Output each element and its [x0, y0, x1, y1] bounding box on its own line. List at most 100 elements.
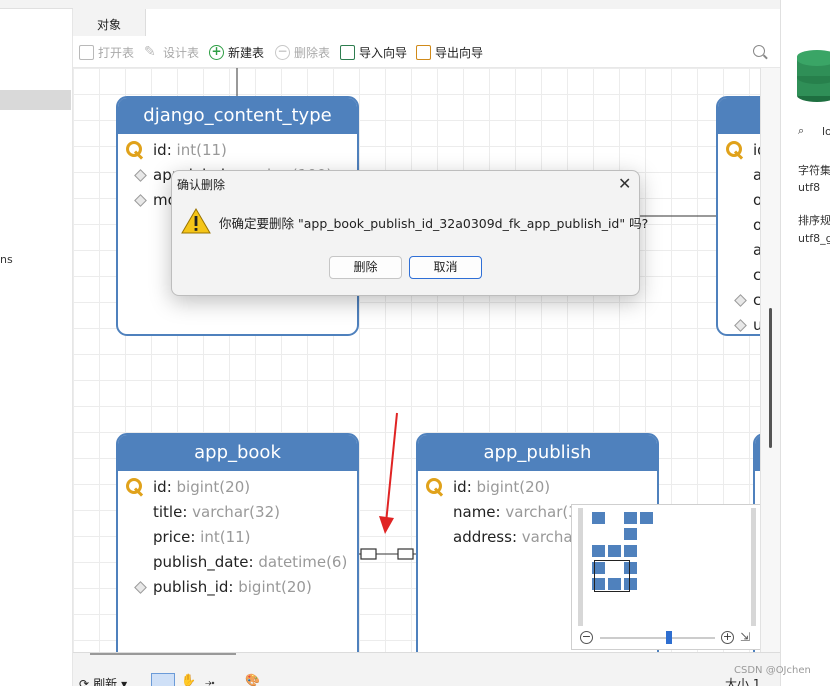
primary-key-icon — [126, 478, 146, 496]
diagram-minimap[interactable]: − + ⇲ — [571, 504, 761, 650]
export-icon — [416, 45, 431, 60]
import-wizard-label: 导入向导 — [359, 46, 408, 60]
column-row[interactable]: publish_id: bigint(20) — [118, 575, 357, 600]
column-row[interactable]: c — [718, 263, 760, 288]
minimap-table — [592, 512, 605, 524]
tab-bar-empty — [145, 9, 780, 36]
column-row[interactable]: id: int(11) — [118, 138, 357, 163]
column-row[interactable]: id: bigint(20) — [118, 475, 357, 500]
fk-line-end-left[interactable] — [360, 548, 377, 560]
navigation-pane: ns — [0, 0, 73, 686]
connector-tool-icon[interactable]: ⤞ — [205, 675, 215, 686]
canvas-bottom-bar: ⟳ 刷新 ▾ ✋ ⤞ 🎨 大小 1 — [73, 652, 780, 686]
minimap-table — [592, 545, 605, 557]
minus-circle-icon: − — [275, 45, 290, 60]
column-row[interactable]: price: int(11) — [118, 525, 357, 550]
red-arrow-shaft — [385, 412, 398, 524]
import-wizard-button[interactable]: 导入向导 — [340, 44, 407, 61]
import-icon — [340, 45, 355, 60]
chevron-down-icon: ▾ — [121, 676, 128, 686]
delete-button[interactable]: 删除 — [329, 256, 402, 279]
tab-bar: 对象 — [73, 0, 780, 36]
table-title: django_content_type — [118, 98, 357, 134]
zoom-controls: − + ⇲ — [578, 629, 756, 647]
primary-key-icon — [426, 478, 446, 496]
new-table-button[interactable]: + 新建表 — [209, 44, 264, 61]
table-title: app_publish — [418, 435, 657, 471]
table-title: app_book — [118, 435, 357, 471]
red-arrow-head — [379, 516, 394, 534]
export-wizard-button[interactable]: 导出向导 — [416, 44, 483, 61]
size-label[interactable]: 大小 1 — [725, 675, 760, 686]
nav-selected-item[interactable] — [0, 90, 71, 110]
plus-circle-icon: + — [209, 45, 224, 60]
search-icon[interactable] — [753, 45, 765, 57]
color-tool-icon[interactable]: 🎨 — [245, 673, 260, 686]
index-diamond-icon — [734, 319, 747, 332]
collation-label: 排序规 — [798, 214, 830, 227]
dialog-title: 确认删除 — [177, 178, 226, 192]
close-icon[interactable]: ✕ — [618, 174, 631, 193]
refresh-icon: ⟳ — [79, 676, 90, 686]
column-row[interactable]: c — [718, 288, 760, 313]
delete-table-label: 删除表 — [294, 46, 331, 60]
database-icon — [797, 48, 830, 102]
collation-value: utf8_g — [798, 232, 830, 245]
column-row[interactable]: publish_date: datetime(6) — [118, 550, 357, 575]
nav-item-label[interactable]: ns — [0, 253, 13, 266]
fk-line-end-right[interactable] — [397, 548, 414, 560]
object-info-pane: ⌕ lo 字符集 utf8 排序规 utf8_g — [780, 0, 830, 686]
pencil-icon: ✎ — [144, 44, 156, 60]
export-wizard-label: 导出向导 — [435, 46, 484, 60]
minimap-viewport[interactable] — [594, 560, 630, 592]
column-row[interactable]: a — [718, 238, 760, 263]
zoom-out-icon[interactable]: − — [580, 631, 593, 644]
pointer-tool-icon[interactable] — [151, 673, 175, 686]
dialog-message: 你确定要删除 "app_book_publish_id_32a0309d_fk_… — [219, 216, 649, 231]
index-diamond-icon — [134, 169, 147, 182]
fit-to-window-icon[interactable]: ⇲ — [740, 630, 750, 644]
minimap-table — [624, 545, 637, 557]
refresh-button[interactable]: ⟳ 刷新 ▾ — [79, 675, 127, 686]
minimap-area[interactable] — [578, 508, 756, 626]
folder-open-icon — [79, 45, 94, 60]
table-partial-right[interactable]: id a o o a c c u — [716, 96, 760, 336]
watermark: CSDN @OJchen — [734, 665, 811, 676]
column-row[interactable]: u — [718, 313, 760, 334]
refresh-label: 刷新 — [93, 677, 118, 686]
zoom-in-icon[interactable]: + — [721, 631, 734, 644]
tab-objects[interactable]: 对象 — [73, 9, 145, 36]
confirm-delete-dialog: 确认删除 ✕ 你确定要删除 "app_book_publish_id_32a03… — [171, 170, 648, 296]
open-table-button[interactable]: 打开表 — [79, 44, 134, 61]
left-pane-header — [0, 0, 73, 9]
scrollbar-thumb[interactable] — [769, 308, 772, 448]
column-row[interactable]: id: bigint(20) — [418, 475, 657, 500]
primary-key-icon — [726, 141, 746, 159]
horizontal-scrollbar-thumb[interactable] — [90, 653, 236, 655]
minimap-table — [624, 512, 637, 524]
index-diamond-icon — [134, 581, 147, 594]
column-row[interactable]: o — [718, 188, 760, 213]
info-line: lo — [822, 125, 830, 138]
vertical-scrollbar[interactable] — [760, 68, 780, 652]
delete-table-button[interactable]: − 删除表 — [275, 44, 330, 61]
table-title — [718, 98, 760, 134]
minimap-table — [640, 512, 653, 524]
minimap-table — [624, 528, 637, 540]
design-table-label: 设计表 — [163, 46, 200, 60]
zoom-slider-handle[interactable] — [666, 631, 672, 644]
design-table-button[interactable]: ✎ 设计表 — [144, 44, 199, 61]
column-row[interactable]: a — [718, 163, 760, 188]
lock-icon: ⌕ — [798, 124, 805, 137]
charset-value: utf8 — [798, 181, 821, 194]
hand-tool-icon[interactable]: ✋ — [181, 673, 196, 686]
column-row[interactable]: title: varchar(32) — [118, 500, 357, 525]
zoom-slider-track[interactable] — [600, 637, 715, 639]
table-app-book[interactable]: app_book id: bigint(20) title: varchar(3… — [116, 433, 359, 652]
open-table-label: 打开表 — [98, 46, 135, 60]
column-row[interactable]: id — [718, 138, 760, 163]
warning-icon — [181, 208, 211, 234]
cancel-button[interactable]: 取消 — [409, 256, 482, 279]
index-diamond-icon — [134, 194, 147, 207]
column-row[interactable]: o — [718, 213, 760, 238]
